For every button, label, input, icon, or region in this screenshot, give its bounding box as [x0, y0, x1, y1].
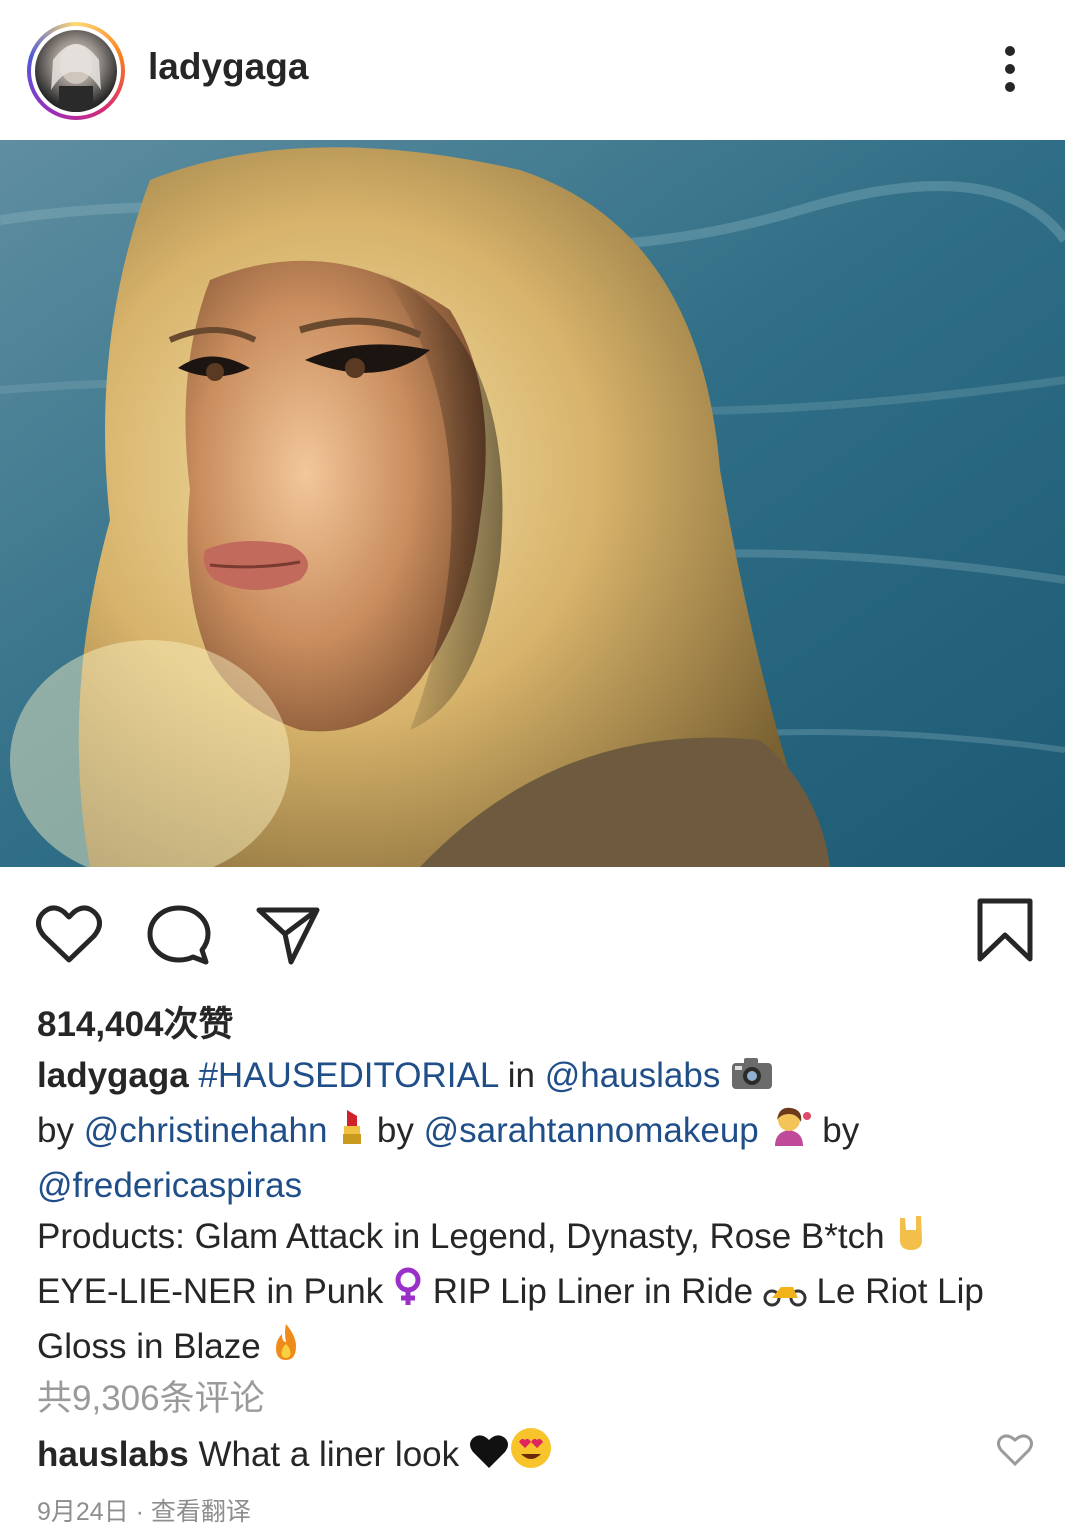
mention-link[interactable]: @sarahtannomakeup — [424, 1111, 759, 1150]
comment-text: What a liner look — [188, 1435, 469, 1474]
post-caption: ladygaga #HAUSEDITORIAL in @hauslabs by … — [37, 1050, 1047, 1376]
share-icon[interactable] — [255, 904, 321, 971]
caption-text: by — [37, 1111, 84, 1150]
bookmark-icon[interactable] — [975, 897, 1035, 968]
avatar[interactable] — [35, 30, 117, 112]
caption-text: by — [367, 1111, 424, 1150]
caption-products: Products: Glam Attack in Legend, Dynasty… — [37, 1217, 885, 1256]
caption-gloss: Le Riot Lip — [806, 1272, 984, 1311]
heart-eyes-emoji — [509, 1426, 553, 1479]
heart-icon[interactable] — [36, 904, 102, 969]
story-ring[interactable] — [27, 22, 125, 120]
view-all-comments-link[interactable]: 共9,306条评论 — [37, 1370, 265, 1421]
top-comment: hauslabs What a liner look — [37, 1426, 553, 1479]
mention-link[interactable]: @hauslabs — [545, 1056, 721, 1095]
post-photo[interactable] — [0, 140, 1065, 867]
like-count[interactable]: 814,404次赞 — [37, 996, 234, 1047]
action-bar — [0, 867, 1065, 987]
caption-username[interactable]: ladygaga — [37, 1056, 189, 1095]
caption-text: by — [812, 1111, 860, 1150]
more-vertical-icon[interactable] — [996, 44, 1024, 94]
fire-emoji — [270, 1322, 302, 1376]
caption-text: in — [498, 1056, 545, 1095]
motorcycle-emoji — [763, 1270, 807, 1321]
lipstick-emoji — [337, 1106, 367, 1160]
horns-hand-emoji — [894, 1212, 928, 1266]
caption-eye: EYE-LIE-NER in Punk — [37, 1272, 393, 1311]
woman-tipping-hand-emoji — [769, 1106, 813, 1160]
comment-like-heart-icon[interactable] — [997, 1433, 1033, 1467]
female-sign-emoji — [393, 1267, 423, 1321]
comment-username[interactable]: hauslabs — [37, 1435, 189, 1474]
black-heart-emoji — [469, 1434, 509, 1479]
hashtag-link[interactable]: #HAUSEDITORIAL — [198, 1056, 498, 1095]
caption-lipliner: RIP Lip Liner in Ride — [422, 1272, 763, 1311]
post-author-username[interactable]: ladygaga — [148, 46, 308, 88]
post-header: ladygaga — [0, 0, 1065, 140]
mention-link[interactable]: @christinehahn — [84, 1111, 328, 1150]
post-date: 9月24日 · 查看翻译 — [37, 1498, 251, 1526]
camera-emoji — [730, 1054, 774, 1105]
caption-gloss-line: Gloss in Blaze — [37, 1327, 271, 1366]
mention-link[interactable]: @fredericaspiras — [37, 1166, 302, 1205]
comment-icon[interactable] — [146, 904, 212, 971]
